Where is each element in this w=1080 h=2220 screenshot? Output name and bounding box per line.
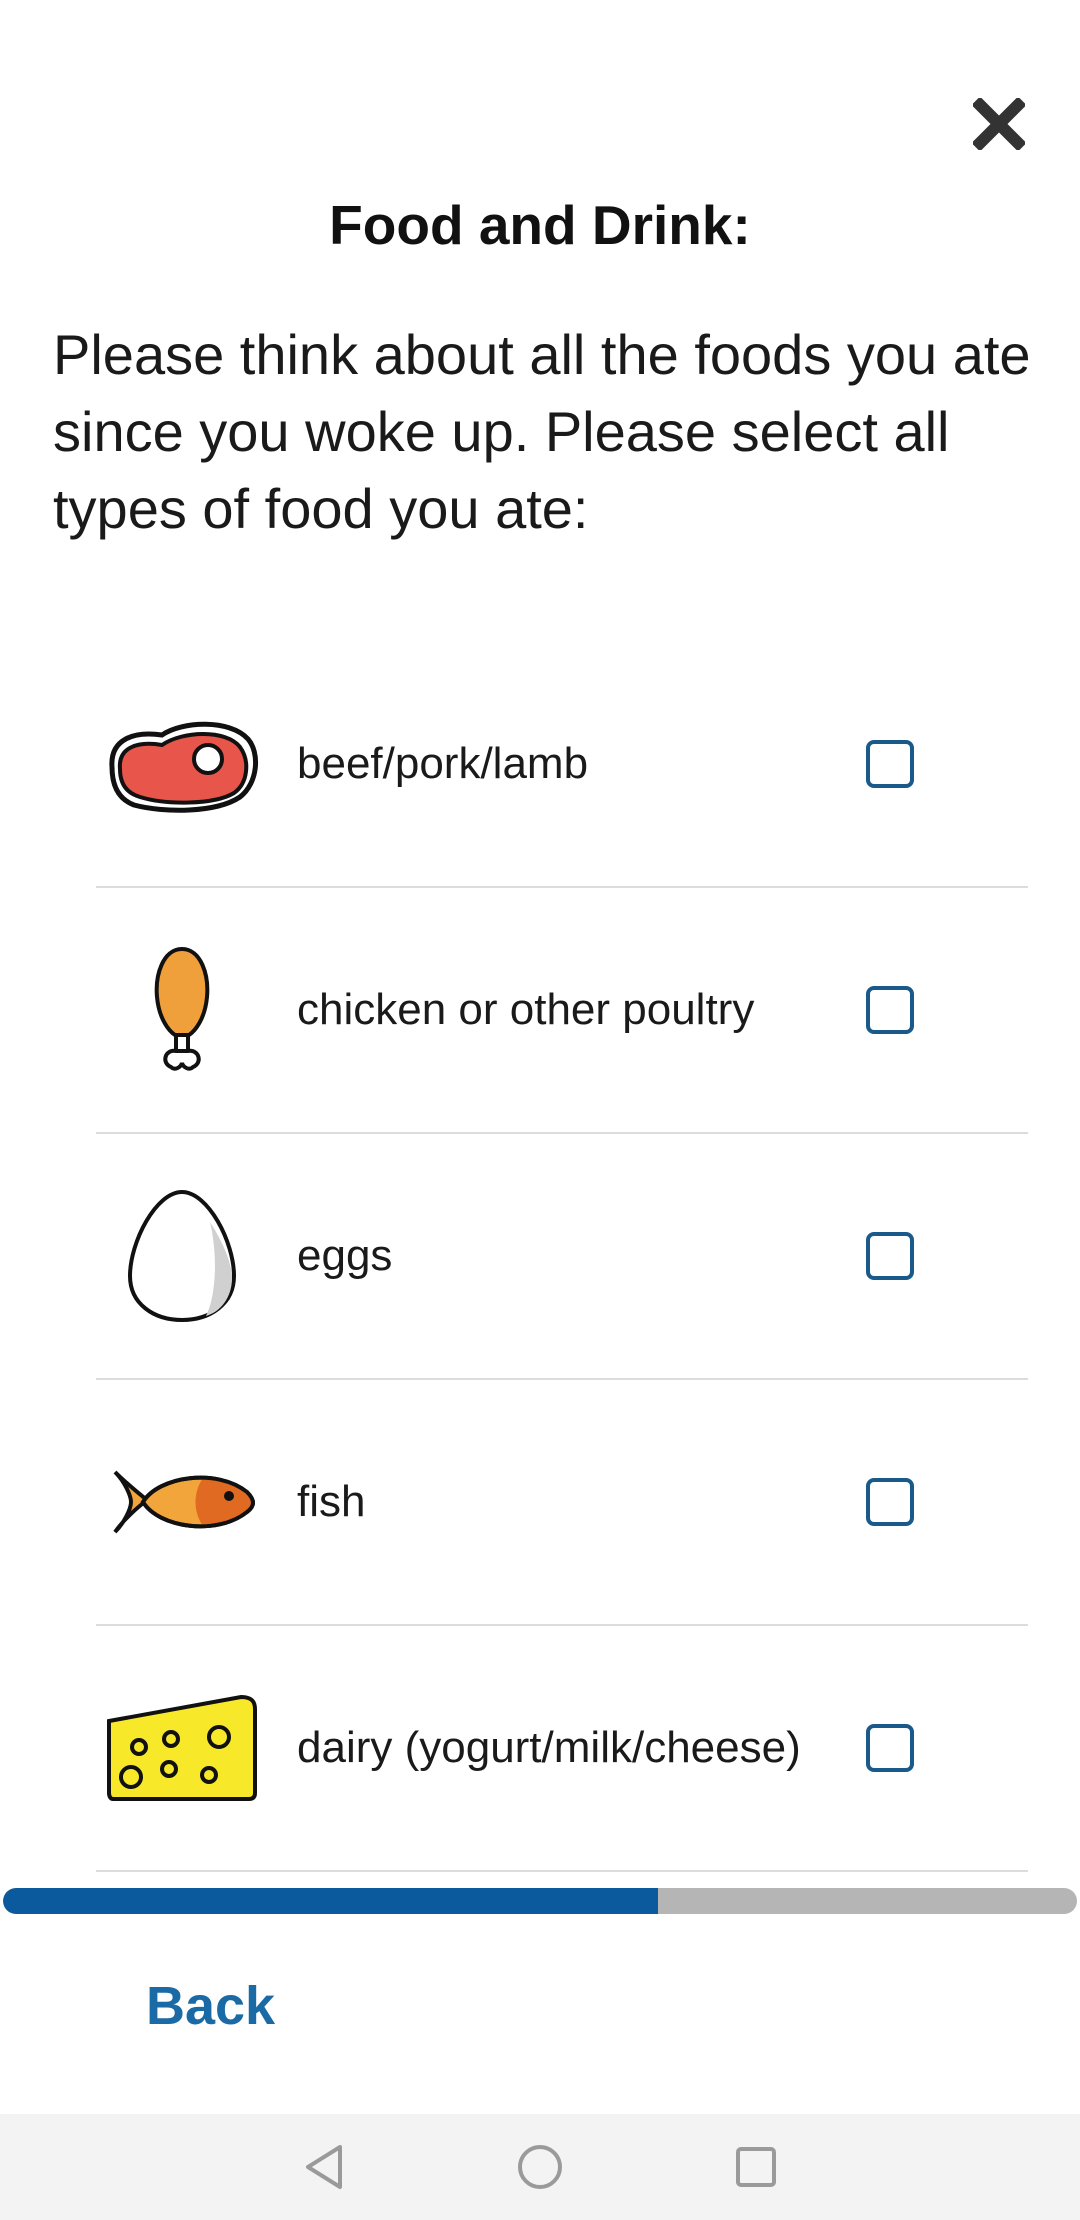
food-option-checkbox[interactable] [866,1232,914,1280]
nav-back-button[interactable] [274,2114,374,2220]
nav-home-button[interactable] [490,2114,590,2220]
food-option-beef[interactable]: beef/pork/lamb [96,642,1028,888]
nav-home-icon [518,2145,562,2189]
food-option-label: chicken or other poultry [297,985,755,1034]
page-title: Food and Drink: [329,194,751,256]
steak-icon [104,689,260,839]
drumstick-icon [104,935,260,1085]
food-option-checkbox[interactable] [866,986,914,1034]
egg-icon [104,1181,260,1331]
food-option-checkbox[interactable] [866,1724,914,1772]
food-option-eggs[interactable]: eggs [96,1134,1028,1380]
food-option-label: fish [297,1477,366,1526]
food-option-dairy[interactable]: dairy (yogurt/milk/cheese) [96,1626,1028,1872]
food-option-checkbox[interactable] [866,1478,914,1526]
close-icon [973,98,1025,150]
food-option-fish[interactable]: fish [96,1380,1028,1626]
fish-icon [104,1427,260,1577]
food-option-label: eggs [297,1231,393,1280]
food-option-label: beef/pork/lamb [297,739,589,788]
food-option-checkbox[interactable] [866,740,914,788]
nav-back-icon [306,2145,342,2189]
progress-bar [3,1888,1077,1914]
food-option-chicken[interactable]: chicken or other poultry [96,888,1028,1134]
question-prompt: Please think about all the foods you ate… [53,323,1031,540]
progress-bar-fill [3,1888,659,1914]
nav-recents-icon [736,2147,776,2187]
survey-screen: Food and Drink: Please think about all t… [0,0,1080,2220]
food-options-list: beef/pork/lamb chicken or other poultry [96,642,1028,1872]
close-button[interactable] [963,88,1035,160]
food-option-label: dairy (yogurt/milk/cheese) [297,1723,801,1772]
system-navigation-bar [0,2114,1080,2220]
back-button[interactable]: Back [146,1975,275,2037]
cheese-icon [104,1673,260,1823]
nav-recents-button[interactable] [706,2114,806,2220]
